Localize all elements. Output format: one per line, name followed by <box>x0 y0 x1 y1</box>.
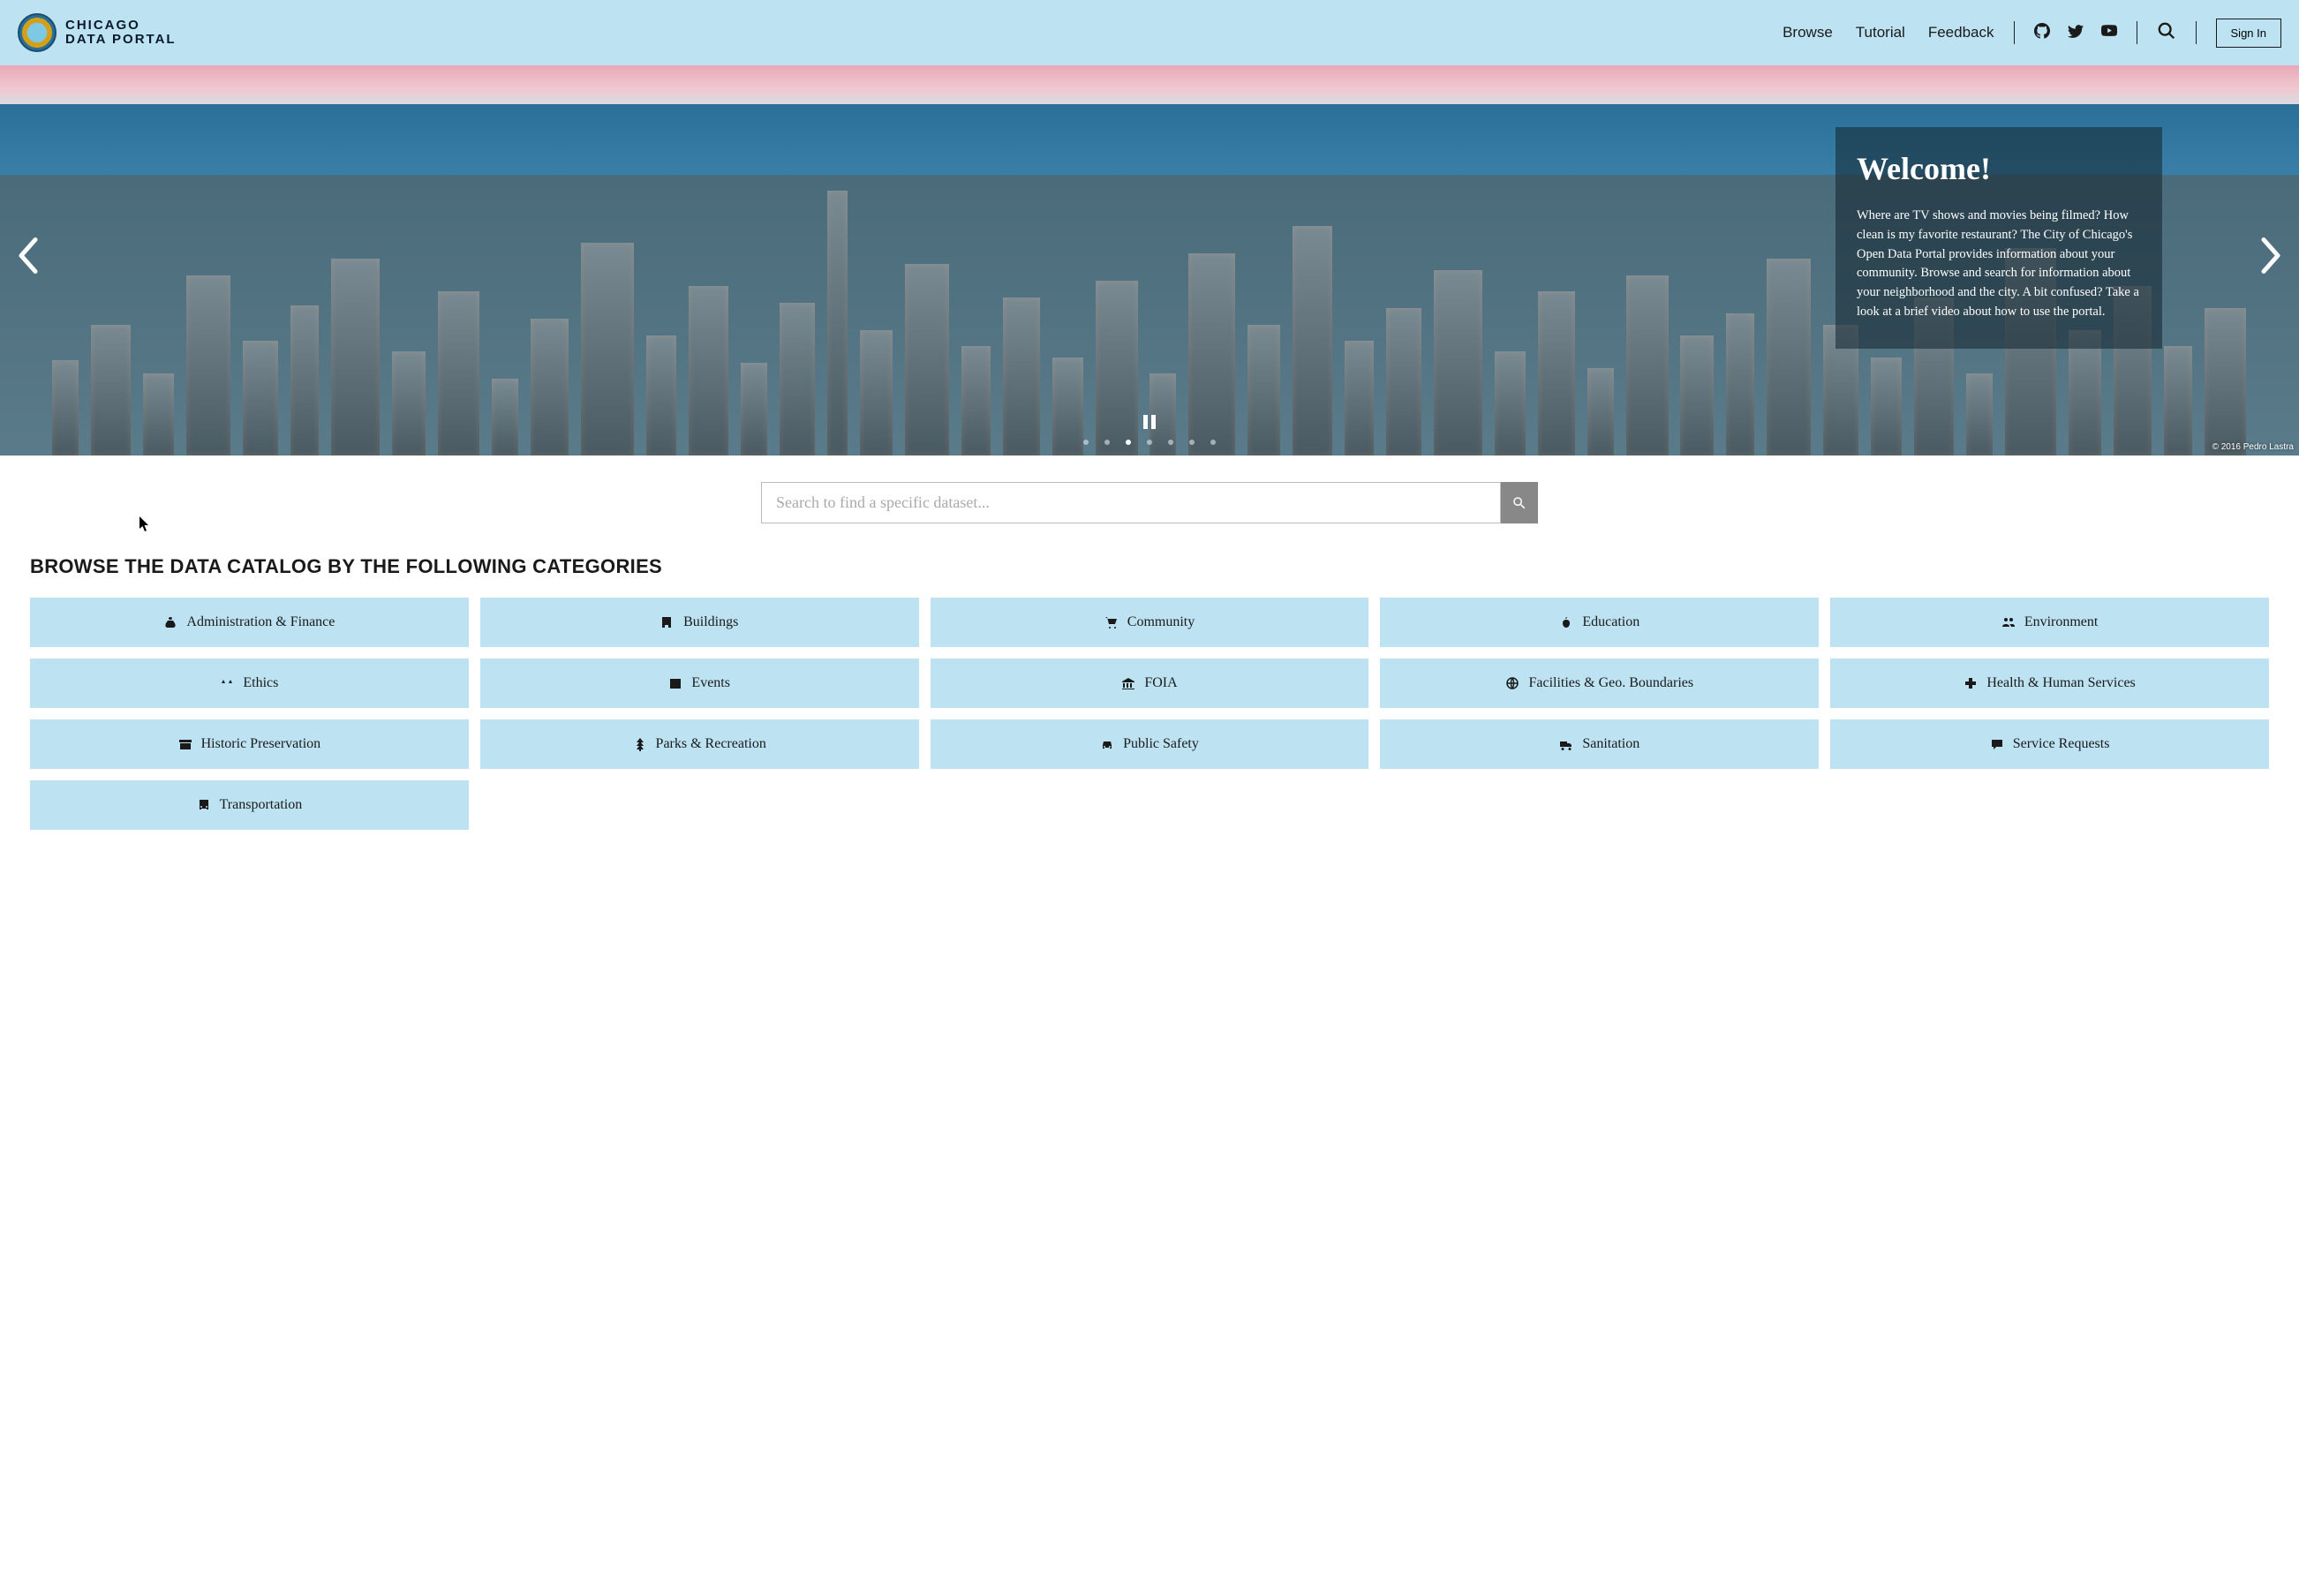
category-label: Public Safety <box>1123 736 1199 752</box>
car-icon <box>1100 737 1114 751</box>
sign-in-button[interactable]: Sign In <box>2216 19 2281 48</box>
tree-icon <box>633 737 647 751</box>
category-label: Transportation <box>220 797 303 813</box>
youtube-icon[interactable] <box>2101 23 2117 43</box>
medical-icon <box>1964 676 1978 690</box>
carousel-dot[interactable] <box>1147 440 1152 445</box>
github-icon[interactable] <box>2034 23 2050 43</box>
category-tile-service-requests[interactable]: Service Requests <box>1830 719 2269 769</box>
nav-divider <box>2196 21 2197 44</box>
carousel-dot[interactable] <box>1210 440 1216 445</box>
category-label: Buildings <box>683 614 738 630</box>
category-label: Community <box>1127 614 1195 630</box>
main-content: BROWSE THE DATA CATALOG BY THE FOLLOWING… <box>0 455 2299 865</box>
category-tile-public-safety[interactable]: Public Safety <box>931 719 1369 769</box>
twitter-icon[interactable] <box>2068 23 2084 43</box>
category-label: Parks & Recreation <box>656 736 766 752</box>
category-label: Ethics <box>243 675 278 691</box>
category-label: FOIA <box>1144 675 1177 691</box>
social-links <box>2034 23 2117 43</box>
category-tile-health-human-services[interactable]: Health & Human Services <box>1830 659 2269 708</box>
truck-icon <box>1559 737 1573 751</box>
category-tile-environment[interactable]: Environment <box>1830 598 2269 647</box>
hero-text-panel: Welcome! Where are TV shows and movies b… <box>1835 127 2162 349</box>
carousel-dots <box>1083 440 1216 445</box>
carousel-dot[interactable] <box>1126 440 1131 445</box>
category-tile-education[interactable]: Education <box>1380 598 1819 647</box>
carousel-prev-button[interactable] <box>16 237 41 285</box>
category-label: Events <box>691 675 730 691</box>
site-title: CHICAGO DATA PORTAL <box>65 19 177 48</box>
category-label: Administration & Finance <box>186 614 335 630</box>
category-tile-historic-preservation[interactable]: Historic Preservation <box>30 719 469 769</box>
category-tile-administration-finance[interactable]: Administration & Finance <box>30 598 469 647</box>
carousel-dot[interactable] <box>1189 440 1195 445</box>
search-icon <box>1511 495 1527 511</box>
category-label: Health & Human Services <box>1986 675 2135 691</box>
category-tile-events[interactable]: Events <box>480 659 919 708</box>
globe-icon <box>1505 676 1519 690</box>
hero-body: Where are TV shows and movies being film… <box>1857 207 2141 322</box>
carousel-dot[interactable] <box>1083 440 1089 445</box>
nav-tutorial[interactable]: Tutorial <box>1856 24 1905 41</box>
photo-credit: © 2016 Pedro Lastra <box>2212 442 2294 452</box>
carousel-pause-button[interactable] <box>1143 415 1156 429</box>
nav-feedback[interactable]: Feedback <box>1928 24 1994 41</box>
scales-icon <box>220 676 234 690</box>
hero-title: Welcome! <box>1857 150 2141 187</box>
money-bag-icon <box>163 615 177 629</box>
site-title-line2: DATA PORTAL <box>65 33 177 48</box>
site-header: CHICAGO DATA PORTAL Browse Tutorial Feed… <box>0 0 2299 65</box>
category-tile-parks-recreation[interactable]: Parks & Recreation <box>480 719 919 769</box>
nav-divider <box>2014 21 2015 44</box>
site-title-line1: CHICAGO <box>65 19 177 34</box>
category-label: Historic Preservation <box>201 736 321 752</box>
top-nav: Browse Tutorial Feedback Sign In <box>1783 19 2281 48</box>
nav-browse[interactable]: Browse <box>1783 24 1833 41</box>
carousel-dot[interactable] <box>1104 440 1110 445</box>
apple-icon <box>1559 615 1573 629</box>
category-label: Sanitation <box>1582 736 1639 752</box>
building-icon <box>660 615 675 629</box>
category-label: Service Requests <box>2013 736 2110 752</box>
category-grid: Administration & Finance Buildings Communi… <box>30 598 2269 830</box>
category-label: Facilities & Geo. Boundaries <box>1528 675 1693 691</box>
dataset-search <box>761 482 1538 523</box>
category-tile-ethics[interactable]: Ethics <box>30 659 469 708</box>
category-tile-buildings[interactable]: Buildings <box>480 598 919 647</box>
category-label: Education <box>1582 614 1639 630</box>
hero-carousel: Welcome! Where are TV shows and movies b… <box>0 65 2299 455</box>
category-label: Environment <box>2024 614 2099 630</box>
category-tile-transportation[interactable]: Transportation <box>30 780 469 830</box>
catalog-heading: BROWSE THE DATA CATALOG BY THE FOLLOWING… <box>30 555 2269 578</box>
carousel-dot[interactable] <box>1168 440 1173 445</box>
category-tile-foia[interactable]: FOIA <box>931 659 1369 708</box>
category-tile-sanitation[interactable]: Sanitation <box>1380 719 1819 769</box>
dataset-search-input[interactable] <box>761 482 1501 523</box>
search-icon[interactable] <box>2157 21 2176 45</box>
category-tile-community[interactable]: Community <box>931 598 1369 647</box>
people-icon <box>2001 615 2016 629</box>
dataset-search-button[interactable] <box>1501 482 1538 523</box>
cart-icon <box>1104 615 1119 629</box>
category-tile-facilities-geo-boundaries[interactable]: Facilities & Geo. Boundaries <box>1380 659 1819 708</box>
carousel-next-button[interactable] <box>2258 237 2283 285</box>
archive-icon <box>178 737 192 751</box>
site-logo[interactable]: CHICAGO DATA PORTAL <box>18 13 177 52</box>
institution-icon <box>1121 676 1135 690</box>
city-seal-icon <box>18 13 57 52</box>
calendar-icon <box>668 676 682 690</box>
chat-icon <box>1990 737 2004 751</box>
bus-icon <box>197 798 211 812</box>
